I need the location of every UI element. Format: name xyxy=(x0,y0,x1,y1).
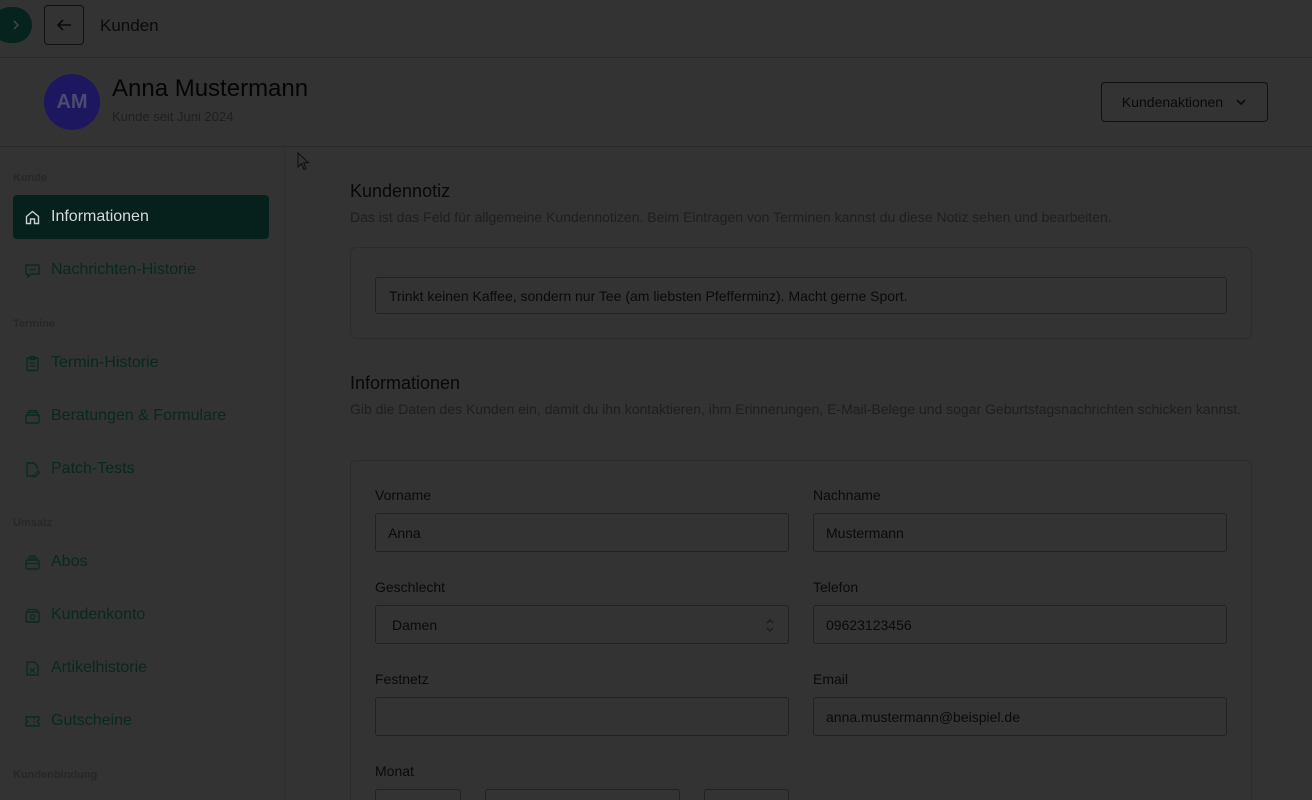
sidebar-section-kundenbindung: Kundenbindung xyxy=(13,769,98,781)
sidebar-item-termin-historie[interactable]: Termin-Historie xyxy=(13,341,269,385)
customer-name: Anna Mustermann xyxy=(112,75,309,102)
note-textarea[interactable]: Trinkt keinen Kaffee, sondern nur Tee (a… xyxy=(375,277,1227,314)
note-title: Kundennotiz xyxy=(350,181,451,201)
note-card: Trinkt keinen Kaffee, sondern nur Tee (a… xyxy=(350,247,1252,339)
vorname-label: Vorname xyxy=(375,487,432,503)
info-description: Gib die Daten des Kunden ein, damit du i… xyxy=(350,401,1242,417)
sidebar-item-artikelhistorie[interactable]: Artikelhistorie xyxy=(13,646,269,690)
sidebar-toggle-button[interactable] xyxy=(0,7,32,43)
avatar: AM xyxy=(44,74,100,130)
sidebar-item-nachrichten-historie[interactable]: Nachrichten-Historie xyxy=(13,248,269,292)
layers-icon xyxy=(24,554,41,571)
sidebar-section-umsatz: Umsatz xyxy=(13,517,53,529)
geschlecht-select[interactable]: Damen xyxy=(375,605,789,644)
clipboard-icon xyxy=(24,355,41,372)
sidebar-item-patch-tests[interactable]: Patch-Tests xyxy=(13,447,269,491)
home-icon xyxy=(24,209,41,226)
sidebar-item-label: Kundenkonto xyxy=(51,606,146,623)
mouse-cursor-icon xyxy=(297,152,310,171)
vorname-field[interactable]: Anna xyxy=(375,513,789,552)
main-content: Kundennotiz Das ist das Feld für allgeme… xyxy=(286,147,1312,800)
monat-label: Monat xyxy=(375,763,414,779)
customer-header: AM Anna Mustermann Kunde seit Juni 2024 … xyxy=(0,58,1312,147)
ticket-icon xyxy=(24,713,41,730)
sidebar-item-label: Abos xyxy=(51,553,88,570)
wallet-icon xyxy=(24,607,41,624)
email-field[interactable]: anna.mustermann@beispiel.de xyxy=(813,697,1227,736)
archive-icon xyxy=(24,408,41,425)
sidebar-section-kunde: Kunde xyxy=(13,172,48,184)
info-title: Informationen xyxy=(350,373,461,393)
note-description: Das ist das Feld für allgemeine Kundenno… xyxy=(350,209,1112,225)
birthday-year-field[interactable] xyxy=(704,789,789,800)
arrow-left-icon xyxy=(56,19,71,31)
info-card: Vorname Anna Nachname Mustermann Geschle… xyxy=(350,460,1252,800)
email-label: Email xyxy=(813,671,849,687)
birthday-day-field[interactable] xyxy=(375,789,461,800)
sidebar-item-kundenkonto[interactable]: Kundenkonto xyxy=(13,593,269,637)
customer-actions-button[interactable]: Kundenaktionen xyxy=(1101,82,1268,122)
telefon-label: Telefon xyxy=(813,579,859,595)
file-edit-icon xyxy=(24,461,41,478)
sidebar-item-label: Termin-Historie xyxy=(51,354,159,371)
select-arrows-icon xyxy=(766,619,774,632)
sidebar-item-label: Patch-Tests xyxy=(51,460,135,477)
sidebar-item-label: Nachrichten-Historie xyxy=(51,261,196,278)
telefon-field[interactable]: 09623123456 xyxy=(813,605,1227,644)
file-x-icon xyxy=(24,660,41,677)
sidebar-item-informationen[interactable]: Informationen xyxy=(13,195,269,239)
top-bar: Kunden xyxy=(0,0,1312,58)
geschlecht-label: Geschlecht xyxy=(375,579,446,595)
page-title: Kunden xyxy=(100,16,159,35)
back-button[interactable] xyxy=(44,5,84,45)
sidebar: Kunde Informationen Nachrichten-Historie… xyxy=(0,147,285,800)
chevron-down-icon xyxy=(1236,99,1246,106)
sidebar-item-abos[interactable]: Abos xyxy=(13,540,269,584)
nachname-label: Nachname xyxy=(813,487,881,503)
geschlecht-value: Damen xyxy=(392,616,438,633)
customer-since: Kunde seit Juni 2024 xyxy=(112,109,234,124)
sidebar-item-label: Informationen xyxy=(51,208,149,225)
chevron-right-icon xyxy=(13,20,20,30)
festnetz-label: Festnetz xyxy=(375,671,429,687)
sidebar-item-label: Artikelhistorie xyxy=(51,659,148,676)
customer-actions-label: Kundenaktionen xyxy=(1121,94,1224,110)
birthday-month-field[interactable] xyxy=(485,789,680,800)
sidebar-item-beratungen-formulare[interactable]: Beratungen & Formulare xyxy=(13,394,269,438)
sidebar-section-termine: Termine xyxy=(13,318,55,330)
message-icon xyxy=(24,262,41,279)
sidebar-item-gutscheine[interactable]: Gutscheine xyxy=(13,699,269,743)
sidebar-item-label: Gutscheine xyxy=(51,712,132,729)
nachname-field[interactable]: Mustermann xyxy=(813,513,1227,552)
sidebar-item-label: Beratungen & Formulare xyxy=(51,407,227,424)
festnetz-field[interactable] xyxy=(375,697,789,736)
